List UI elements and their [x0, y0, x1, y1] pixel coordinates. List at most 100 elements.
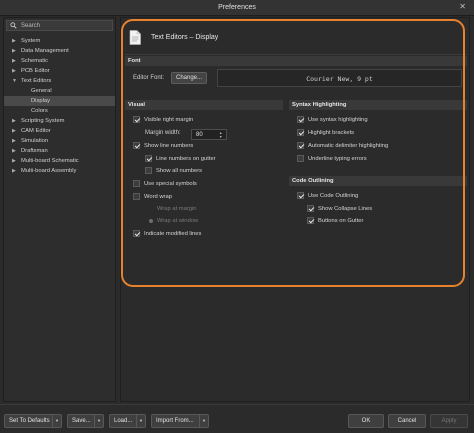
radio-dot[interactable]	[149, 218, 153, 223]
tree-item-cam-editor[interactable]: ▶ CAM Editor	[4, 126, 115, 136]
change-font-button[interactable]: Change...	[171, 72, 207, 84]
tree-item-general[interactable]: General	[4, 86, 115, 96]
tree-item-data-management[interactable]: ▶ Data Management	[4, 46, 115, 56]
checkbox-label: Use special symbols	[144, 180, 197, 187]
tree-item-label: Simulation	[21, 138, 49, 144]
chevron-down-icon[interactable]: ▼	[12, 76, 17, 86]
tree-item-scripting-system[interactable]: ▶ Scripting System	[4, 116, 115, 126]
checkbox-label: Use Code Outlining	[308, 192, 359, 199]
checkbox-label: Show all numbers	[156, 167, 203, 174]
chevron-right-icon[interactable]: ▶	[12, 66, 16, 76]
checkbox-label: Visible right margin	[144, 116, 194, 123]
tree-item-label: Multi-board Schematic	[21, 158, 79, 164]
ok-button[interactable]: OK	[348, 414, 384, 428]
chevron-right-icon[interactable]: ▶	[12, 46, 16, 56]
margin-width-label: Margin width:	[145, 130, 181, 136]
visual-section-title: Visual	[128, 102, 145, 108]
tree-item-text-editors[interactable]: ▼ Text Editors	[4, 76, 115, 86]
dropdown-arrow-icon[interactable]: ▼	[199, 415, 208, 427]
search-input[interactable]: Search	[6, 20, 113, 31]
load-button[interactable]: Load... ▼	[109, 414, 146, 428]
tree-item-label: Text Editors	[21, 78, 52, 84]
tree-item-label: Colors	[31, 108, 48, 114]
checkbox-box[interactable]	[307, 217, 314, 224]
tree-item-display[interactable]: Display	[4, 96, 115, 106]
window-title: Preferences	[218, 4, 256, 11]
save-button[interactable]: Save... ▼	[67, 414, 104, 428]
font-section-title: Font	[128, 58, 141, 64]
outlining-section-header: Code Outlining	[289, 176, 467, 186]
checkbox-label: Underline typing errors	[308, 155, 367, 162]
checkbox-box[interactable]	[133, 142, 140, 149]
chevron-right-icon[interactable]: ▶	[12, 56, 16, 66]
checkbox-label: Indicate modified lines	[144, 230, 202, 237]
tree-item-schematic[interactable]: ▶ Schematic	[4, 56, 115, 66]
tree-item-system[interactable]: ▶ System	[4, 36, 115, 46]
syntax-section-header: Syntax Highlighting	[289, 100, 467, 110]
chevron-right-icon[interactable]: ▶	[12, 36, 16, 46]
radio-label: Wrap at margin	[157, 205, 197, 212]
outlining-section-title: Code Outlining	[292, 178, 334, 184]
tree-item-pcb-editor[interactable]: ▶ PCB Editor	[4, 66, 115, 76]
checkbox-label: Show line numbers	[144, 142, 194, 149]
import-from-button[interactable]: Import From... ▼	[151, 414, 209, 428]
search-icon	[10, 22, 17, 29]
checkbox-box[interactable]	[297, 116, 304, 123]
radio-dot[interactable]	[149, 207, 153, 211]
editor-font-label: Editor Font:	[133, 75, 165, 81]
chevron-right-icon[interactable]: ▶	[12, 166, 16, 176]
checkbox-box[interactable]	[297, 192, 304, 199]
apply-button[interactable]: Apply	[430, 414, 468, 428]
radio-label: Wrap at window	[157, 217, 199, 224]
stepper-arrows-icon[interactable]: ▲ ▼	[219, 131, 224, 139]
button-label: Save...	[72, 418, 91, 424]
tree-item-multi-board-schematic[interactable]: ▶ Multi-board Schematic	[4, 156, 115, 166]
tree-item-label: Scripting System	[21, 118, 65, 124]
dropdown-arrow-icon[interactable]: ▼	[94, 415, 103, 427]
font-preview: Courier New, 9 pt	[217, 69, 462, 87]
checkbox-box[interactable]	[297, 142, 304, 149]
font-section-header: Font	[125, 56, 467, 66]
margin-width-stepper[interactable]: 80 ▲ ▼	[191, 129, 227, 140]
checkbox-label: Use syntax highlighting	[308, 116, 368, 123]
checkbox-box[interactable]	[145, 155, 152, 162]
preferences-navigation: Search ▶ System ▶ Data Management ▶ Schematic…	[3, 17, 116, 402]
margin-width-value: 80	[196, 131, 203, 138]
dropdown-arrow-icon[interactable]: ▼	[136, 415, 145, 427]
tree-item-label: Draftsman	[21, 148, 48, 154]
checkbox-box[interactable]	[145, 167, 152, 174]
close-icon[interactable]: ✕	[459, 3, 466, 11]
dropdown-arrow-icon[interactable]: ▼	[52, 415, 61, 427]
chevron-right-icon[interactable]: ▶	[12, 126, 16, 136]
set-to-defaults-button[interactable]: Set To Defaults ▼	[4, 414, 62, 428]
checkbox-box[interactable]	[307, 205, 314, 212]
chevron-right-icon[interactable]: ▶	[12, 156, 16, 166]
checkbox-box[interactable]	[133, 193, 140, 200]
chevron-right-icon[interactable]: ▶	[12, 146, 16, 156]
cancel-button[interactable]: Cancel	[388, 414, 426, 428]
category-tree: ▶ System ▶ Data Management ▶ Schematic ▶ PCB Ed…	[4, 36, 115, 176]
tree-item-label: Display	[31, 98, 51, 104]
tree-item-label: CAM Editor	[21, 128, 51, 134]
tree-item-multi-board-assembly[interactable]: ▶ Multi-board Assembly	[4, 166, 115, 176]
chevron-right-icon[interactable]: ▶	[12, 136, 16, 146]
tree-item-label: Data Management	[21, 48, 69, 54]
button-label: Load...	[114, 418, 133, 424]
tree-item-colors[interactable]: Colors	[4, 106, 115, 116]
title-bar: Preferences ✕	[0, 0, 474, 16]
checkbox-box[interactable]	[297, 155, 304, 162]
dialog-footer: Set To Defaults ▼ Save... ▼ Load... ▼ Im…	[0, 404, 474, 433]
checkbox-box[interactable]	[133, 230, 140, 237]
checkbox-label: Show Collapse Lines	[318, 205, 373, 212]
checkbox-box[interactable]	[133, 116, 140, 123]
button-label: Import From...	[156, 418, 194, 424]
page-title: Text Editors – Display	[151, 34, 219, 41]
chevron-right-icon[interactable]: ▶	[12, 116, 16, 126]
tree-item-draftsman[interactable]: ▶ Draftsman	[4, 146, 115, 156]
checkbox-box[interactable]	[297, 129, 304, 136]
tree-item-label: General	[31, 88, 52, 94]
font-preview-text: Courier New, 9 pt	[306, 75, 373, 83]
checkbox-box[interactable]	[133, 180, 140, 187]
tree-item-simulation[interactable]: ▶ Simulation	[4, 136, 115, 146]
checkbox-label: Automatic delimiter highlighting	[308, 142, 389, 149]
